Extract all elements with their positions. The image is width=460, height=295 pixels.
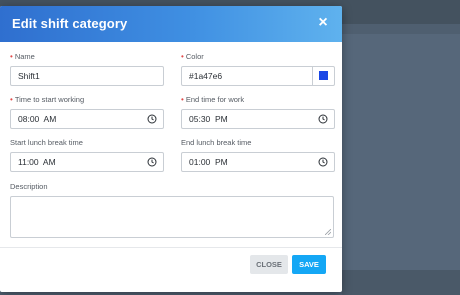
- color-label: • Color: [181, 52, 204, 61]
- start-work-value: 08:00 AM: [18, 114, 57, 124]
- edit-shift-category-dialog: Edit shift category × • Name Shift1 • Colo…: [0, 6, 342, 292]
- background-panel: [342, 34, 460, 270]
- name-value: Shift1: [18, 71, 40, 81]
- name-input[interactable]: Shift1: [10, 66, 164, 86]
- start-lunch-value: 11:00 AM: [18, 157, 56, 167]
- color-value: #1a47e6: [189, 71, 223, 81]
- description-label: Description: [10, 182, 48, 191]
- clock-icon[interactable]: [318, 114, 328, 124]
- resize-grip-icon[interactable]: [325, 229, 331, 235]
- end-lunch-value: 01:00 PM: [189, 157, 228, 167]
- name-label: • Name: [10, 52, 35, 61]
- close-button[interactable]: CLOSE: [250, 255, 288, 274]
- close-icon[interactable]: ×: [314, 14, 332, 32]
- start-work-time-input[interactable]: 08:00 AM: [10, 109, 164, 129]
- start-lunch-label: Start lunch break time: [10, 138, 83, 147]
- footer-divider: [0, 247, 342, 248]
- background-strip: [342, 270, 460, 295]
- end-lunch-label: End lunch break time: [181, 138, 252, 147]
- clock-icon[interactable]: [318, 157, 328, 167]
- end-work-label: • End time for work: [181, 95, 245, 104]
- start-lunch-time-input[interactable]: 11:00 AM: [10, 152, 164, 172]
- end-work-value: 05:30 PM: [189, 114, 228, 124]
- color-picker-button[interactable]: [312, 66, 334, 86]
- clock-icon[interactable]: [147, 114, 157, 124]
- save-button[interactable]: SAVE: [292, 255, 326, 274]
- clock-icon[interactable]: [147, 157, 157, 167]
- color-swatch: [319, 71, 328, 80]
- end-work-time-input[interactable]: 05:30 PM: [181, 109, 335, 129]
- dialog-title: Edit shift category: [12, 16, 128, 31]
- description-textarea[interactable]: [10, 196, 334, 238]
- start-work-label: • Time to start working: [10, 95, 85, 104]
- dialog-header: Edit shift category ×: [0, 6, 342, 42]
- end-lunch-time-input[interactable]: 01:00 PM: [181, 152, 335, 172]
- color-input[interactable]: #1a47e6: [181, 66, 335, 86]
